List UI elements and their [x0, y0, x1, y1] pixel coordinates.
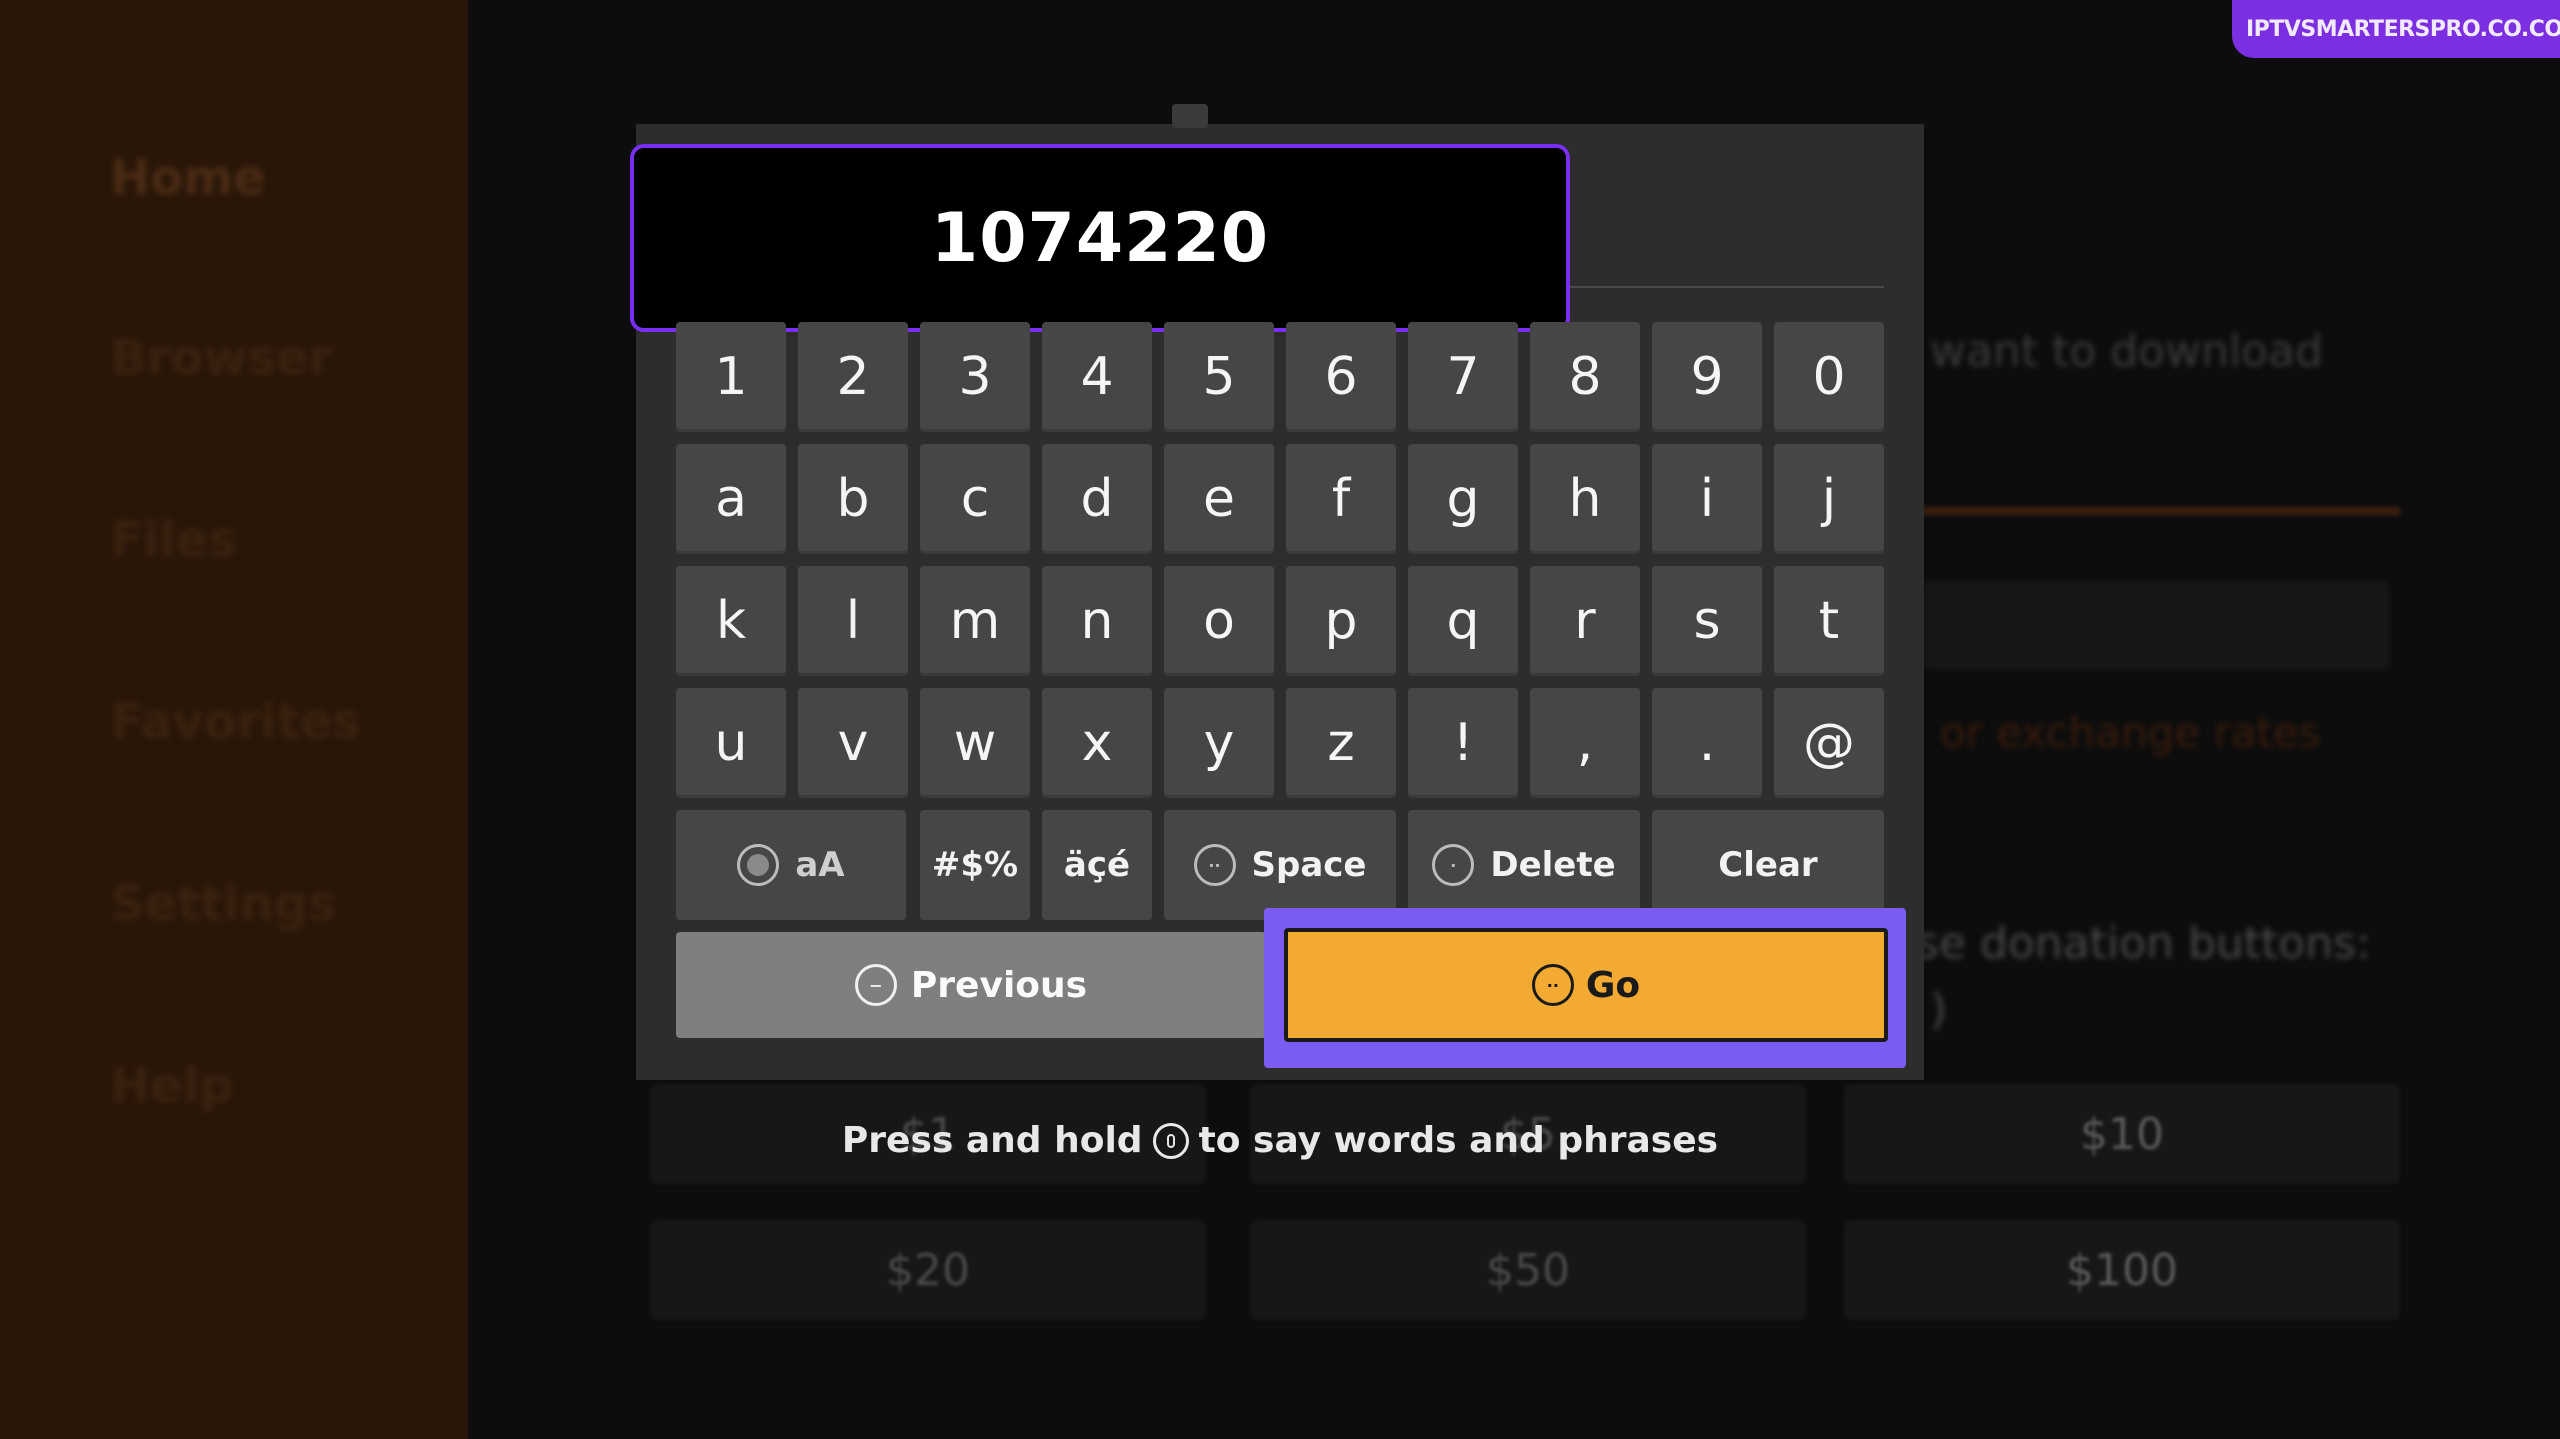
key-3-7[interactable]: , — [1530, 688, 1640, 798]
play-button-icon: ·· — [1531, 964, 1574, 1006]
key-0-0[interactable]: 1 — [676, 322, 786, 432]
donation-label: $50 — [1486, 1244, 1570, 1296]
accents-label: äçé — [1063, 845, 1131, 885]
panel-grip — [1172, 104, 1208, 128]
clear-label: Clear — [1718, 845, 1818, 885]
donation-button-10[interactable]: $10 — [1844, 1084, 2400, 1184]
go-label: Go — [1585, 964, 1641, 1006]
key-2-9[interactable]: t — [1774, 566, 1884, 676]
key-1-1[interactable]: b — [798, 444, 908, 554]
key-0-9[interactable]: 0 — [1774, 322, 1884, 432]
key-3-3[interactable]: x — [1042, 688, 1152, 798]
key-1-7[interactable]: h — [1530, 444, 1640, 554]
key-0-4[interactable]: 5 — [1164, 322, 1274, 432]
key-0-1[interactable]: 2 — [798, 322, 908, 432]
sidebar-item-browser[interactable]: Browser — [110, 330, 332, 386]
key-3-8[interactable]: . — [1652, 688, 1762, 798]
accents-key[interactable]: äçé — [1042, 810, 1152, 920]
background-donation-sub: ) — [1930, 984, 1948, 1035]
symbols-key[interactable]: #$% — [920, 810, 1030, 920]
sidebar-item-help[interactable]: Help — [110, 1058, 234, 1114]
donation-button-100[interactable]: $100 — [1844, 1220, 2400, 1320]
clear-key[interactable]: Clear — [1652, 810, 1884, 920]
key-2-5[interactable]: p — [1286, 566, 1396, 676]
key-1-8[interactable]: i — [1652, 444, 1762, 554]
key-2-8[interactable]: s — [1652, 566, 1762, 676]
donation-label: $20 — [886, 1244, 970, 1296]
donation-label: $100 — [2066, 1244, 2178, 1296]
input-value: 1074220 — [930, 198, 1270, 278]
key-2-1[interactable]: l — [798, 566, 908, 676]
sidebar: Home Browser Files Favorites Settings He… — [0, 0, 468, 1439]
brand-badge: IPTVSMARTERSPRO.CO.COM — [2232, 0, 2560, 58]
key-1-9[interactable]: j — [1774, 444, 1884, 554]
key-3-0[interactable]: u — [676, 688, 786, 798]
key-3-2[interactable]: w — [920, 688, 1030, 798]
back-icon: − — [854, 964, 897, 1006]
key-1-3[interactable]: d — [1042, 444, 1152, 554]
panel-divider — [1568, 286, 1884, 288]
key-1-0[interactable]: a — [676, 444, 786, 554]
donation-label: $10 — [2080, 1108, 2164, 1160]
space-label: Space — [1251, 845, 1367, 885]
sidebar-item-settings[interactable]: Settings — [110, 876, 337, 932]
key-2-0[interactable]: k — [676, 566, 786, 676]
key-0-7[interactable]: 8 — [1530, 322, 1640, 432]
delete-label: Delete — [1490, 845, 1616, 885]
hint-before: Press and hold — [841, 1120, 1143, 1161]
delete-key[interactable]: · Delete — [1408, 810, 1640, 920]
key-2-4[interactable]: o — [1164, 566, 1274, 676]
previous-label: Previous — [910, 964, 1088, 1006]
background-progress — [1920, 507, 2400, 515]
background-field — [1924, 580, 2390, 670]
key-1-4[interactable]: e — [1164, 444, 1274, 554]
screen: Home Browser Files Favorites Settings He… — [0, 0, 2560, 1439]
key-3-6[interactable]: ! — [1408, 688, 1518, 798]
space-key[interactable]: ·· Space — [1164, 810, 1396, 920]
previous-button[interactable]: − Previous — [676, 932, 1266, 1038]
key-3-9[interactable]: @ — [1774, 688, 1884, 798]
key-0-5[interactable]: 6 — [1286, 322, 1396, 432]
key-0-3[interactable]: 4 — [1042, 322, 1152, 432]
key-0-8[interactable]: 9 — [1652, 322, 1762, 432]
key-1-5[interactable]: f — [1286, 444, 1396, 554]
key-0-6[interactable]: 7 — [1408, 322, 1518, 432]
key-1-6[interactable]: g — [1408, 444, 1518, 554]
key-3-1[interactable]: v — [798, 688, 908, 798]
key-3-5[interactable]: z — [1286, 688, 1396, 798]
hint-after: to say words and phrases — [1198, 1120, 1719, 1161]
microphone-icon — [1152, 1122, 1189, 1159]
donation-button-50[interactable]: $50 — [1250, 1220, 1806, 1320]
text-input[interactable]: 1074220 — [630, 144, 1570, 332]
key-1-2[interactable]: c — [920, 444, 1030, 554]
key-2-6[interactable]: q — [1408, 566, 1518, 676]
background-link: or exchange rates — [1940, 708, 2321, 757]
rewind-button-icon: · — [1432, 844, 1475, 886]
case-toggle-key[interactable]: aA — [676, 810, 906, 920]
background-donation-text: se donation buttons: — [1916, 918, 2371, 969]
key-0-2[interactable]: 3 — [920, 322, 1030, 432]
key-3-4[interactable]: y — [1164, 688, 1274, 798]
key-2-7[interactable]: r — [1530, 566, 1640, 676]
brand-label: IPTVSMARTERSPRO.CO.COM — [2246, 16, 2560, 42]
sidebar-item-files[interactable]: Files — [110, 512, 237, 568]
donation-button-20[interactable]: $20 — [650, 1220, 1206, 1320]
menu-button-icon — [737, 844, 780, 886]
background-prompt: want to download — [1930, 326, 2323, 377]
voice-hint: Press and hold to say words and phrases — [636, 1120, 1924, 1161]
key-2-3[interactable]: n — [1042, 566, 1152, 676]
case-toggle-label: aA — [795, 845, 845, 885]
play-button-icon: ·· — [1193, 844, 1236, 886]
go-button[interactable]: ·· Go — [1284, 928, 1888, 1042]
symbols-label: #$% — [931, 845, 1019, 885]
sidebar-item-favorites[interactable]: Favorites — [110, 694, 361, 750]
sidebar-item-home[interactable]: Home — [110, 150, 266, 206]
key-2-2[interactable]: m — [920, 566, 1030, 676]
